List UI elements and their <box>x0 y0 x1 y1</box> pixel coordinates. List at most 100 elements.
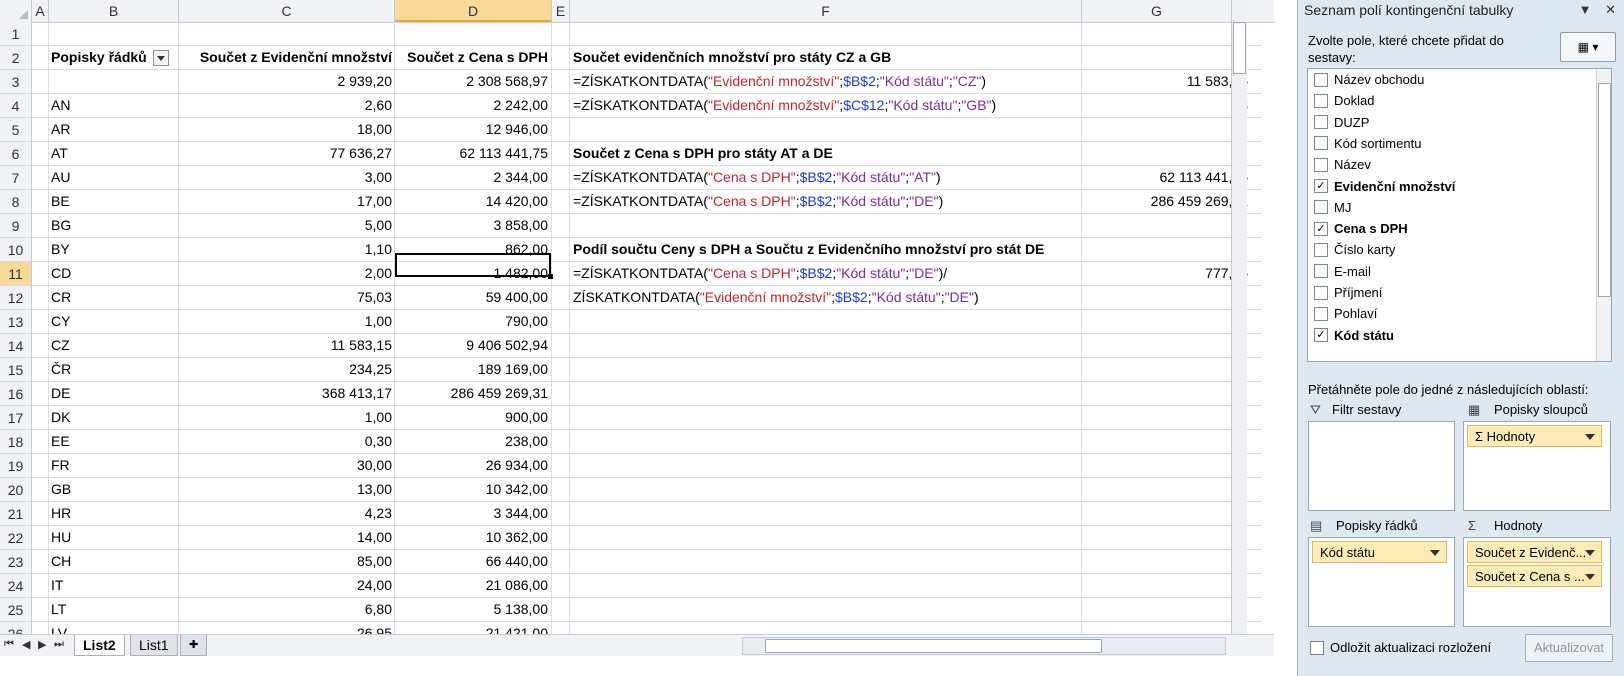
cell-d17[interactable]: 900,00 <box>394 406 548 429</box>
row-header[interactable]: 10 <box>0 238 32 262</box>
cell-f7[interactable]: =ZÍSKATKONTDATA("Cena s DPH";$B$2;"Kód s… <box>571 166 1083 189</box>
cell-g15[interactable] <box>1082 358 1248 381</box>
field-item[interactable]: Číslo karty <box>1314 240 1395 260</box>
last-sheet-icon[interactable]: ⏭ <box>54 638 64 651</box>
horizontal-scroll-thumb[interactable] <box>765 639 1102 653</box>
cell-g11[interactable]: 777,55 <box>1082 262 1248 285</box>
cell-g8[interactable]: 286 459 269,31 <box>1082 190 1248 213</box>
cell-d6[interactable]: 62 113 441,75 <box>394 142 549 165</box>
cell-b17[interactable]: DK <box>49 406 179 429</box>
cell-g20[interactable] <box>1082 478 1248 501</box>
cell-c5[interactable]: 18,00 <box>178 118 392 141</box>
cell-c16[interactable]: 368 413,17 <box>178 382 392 405</box>
row-header[interactable]: 5 <box>0 118 32 142</box>
row-header[interactable]: 6 <box>0 142 32 166</box>
cell-b2[interactable]: Popisky řádků <box>49 46 179 69</box>
cell-b1[interactable] <box>49 22 179 45</box>
row-header[interactable]: 17 <box>0 406 32 430</box>
cell-b5[interactable]: AR <box>49 118 179 141</box>
checkbox[interactable] <box>1314 93 1328 108</box>
checked-checkbox[interactable]: ✓ <box>1314 328 1328 343</box>
cell-d16[interactable]: 286 459 269,31 <box>394 382 548 405</box>
cell-f25[interactable] <box>571 598 1083 621</box>
cell-c17[interactable]: 1,00 <box>178 406 392 429</box>
select-all-corner[interactable] <box>0 0 32 22</box>
field-list-scrollbar[interactable] <box>1596 69 1611 361</box>
row-header[interactable]: 13 <box>0 310 32 334</box>
cell-g16[interactable] <box>1082 382 1248 405</box>
cell-d15[interactable]: 189 169,00 <box>394 358 548 381</box>
column-header-g[interactable]: G <box>1082 0 1232 22</box>
cell-f8[interactable]: =ZÍSKATKONTDATA("Cena s DPH";$B$2;"Kód s… <box>571 190 1083 213</box>
cell-g4[interactable]: 13 <box>1082 94 1248 117</box>
field-item[interactable]: ✓ Kód státu <box>1314 326 1394 346</box>
field-item[interactable]: MJ <box>1314 198 1351 218</box>
cell-c9[interactable]: 5,00 <box>178 214 392 237</box>
row-header[interactable]: 14 <box>0 334 32 358</box>
cell-c24[interactable]: 24,00 <box>178 574 392 597</box>
vertical-scrollbar[interactable] <box>1231 0 1247 634</box>
cell-g7[interactable]: 62 113 441,75 <box>1082 166 1249 189</box>
cell-b24[interactable]: IT <box>49 574 179 597</box>
cell-d2[interactable]: Součet z Cena s DPH <box>394 46 548 69</box>
cell-f10[interactable]: Podíl součtu Ceny s DPH a Součtu z Evide… <box>571 238 1083 261</box>
cell-f14[interactable] <box>571 334 1083 357</box>
field-item[interactable]: ✓ Cena s DPH <box>1314 219 1408 239</box>
rows-area[interactable]: Kód státu <box>1308 537 1455 627</box>
field-item[interactable]: E-mail <box>1314 262 1371 282</box>
values-chip-cena[interactable]: Součet z Cena s ... <box>1467 565 1602 587</box>
cell-d20[interactable]: 10 342,00 <box>394 478 548 501</box>
cell-c19[interactable]: 30,00 <box>178 454 392 477</box>
cell-d8[interactable]: 14 420,00 <box>394 190 548 213</box>
cell-f15[interactable] <box>571 358 1083 381</box>
checkbox[interactable] <box>1314 115 1328 130</box>
cell-d4[interactable]: 2 242,00 <box>394 94 549 117</box>
row-header[interactable]: 7 <box>0 166 32 190</box>
insert-sheet-icon[interactable]: ✚ <box>180 635 208 656</box>
prev-sheet-icon[interactable]: ◀ <box>22 638 30 651</box>
cell-d1[interactable] <box>394 22 548 45</box>
panel-menu-icon[interactable]: ▼ <box>1579 2 1592 17</box>
field-item[interactable]: DUZP <box>1314 113 1369 133</box>
cell-g6[interactable] <box>1082 142 1248 165</box>
cell-c1[interactable] <box>178 22 392 45</box>
row-header[interactable]: 15 <box>0 358 32 382</box>
cell-g19[interactable] <box>1082 454 1248 477</box>
cell-d19[interactable]: 26 934,00 <box>394 454 548 477</box>
row-header[interactable]: 16 <box>0 382 32 406</box>
filter-area[interactable] <box>1308 421 1455 511</box>
cell-d7[interactable]: 2 344,00 <box>394 166 549 189</box>
chevron-down-icon[interactable] <box>1585 574 1595 580</box>
cell-c25[interactable]: 6,80 <box>178 598 392 621</box>
cell-b18[interactable]: EE <box>49 430 179 453</box>
cell-f2[interactable]: Součet evidenčních množství pro státy CZ… <box>571 46 1083 69</box>
cell-d3[interactable]: 2 308 568,97 <box>394 70 548 93</box>
cell-b20[interactable]: GB <box>49 478 179 501</box>
cell-f23[interactable] <box>571 550 1083 573</box>
column-header-e[interactable]: E <box>552 0 570 22</box>
cell-f21[interactable] <box>571 502 1083 525</box>
field-item[interactable]: Příjmení <box>1314 283 1382 303</box>
values-area[interactable]: Součet z Evidenč... Součet z Cena s ... <box>1463 537 1611 627</box>
tab-list2[interactable]: List2 <box>74 635 125 656</box>
row-header[interactable]: 12 <box>0 286 32 310</box>
column-header-d[interactable]: D <box>395 0 552 22</box>
field-item[interactable]: Doklad <box>1314 91 1374 111</box>
cell-g10[interactable] <box>1082 238 1248 261</box>
cell-f4[interactable]: =ZÍSKATKONTDATA("Evidenční množství";$C$… <box>571 94 1083 117</box>
row-header[interactable]: 9 <box>0 214 32 238</box>
cell-b7[interactable]: AU <box>49 166 179 189</box>
row-header[interactable]: 21 <box>0 502 32 526</box>
cell-c10[interactable]: 1,10 <box>178 238 392 261</box>
cell-b21[interactable]: HR <box>49 502 179 525</box>
cell-f19[interactable] <box>571 454 1083 477</box>
checkbox[interactable] <box>1314 242 1328 257</box>
row-header[interactable]: 22 <box>0 526 32 550</box>
cell-c12[interactable]: 75,03 <box>178 286 392 309</box>
cell-b10[interactable]: BY <box>49 238 179 261</box>
cell-b25[interactable]: LT <box>49 598 179 621</box>
column-header-b[interactable]: B <box>49 0 179 22</box>
row-header[interactable]: 23 <box>0 550 32 574</box>
cell-b6[interactable]: AT <box>49 142 179 165</box>
cell-b15[interactable]: ČR <box>49 358 179 381</box>
